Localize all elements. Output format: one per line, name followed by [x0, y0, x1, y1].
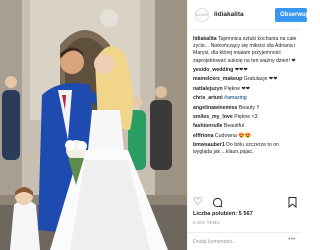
comment-item: smiles_my_love Piękne <3 [193, 114, 299, 121]
comment-user[interactable]: smiles_my_love [193, 114, 233, 120]
wedding-photo-illustration [0, 0, 187, 250]
post-photo[interactable] [0, 0, 187, 250]
comment-text: Piękne ❤❤ [224, 85, 251, 92]
comment-user[interactable]: bmwsauber1 [193, 142, 225, 148]
comment-item: lidiakalita Tajemnica sztuki kochania na… [193, 36, 299, 65]
comment-text: Beautiful [223, 123, 245, 130]
comment-item: fashionrulle Beautiful [193, 123, 299, 130]
bookmark-icon[interactable] [288, 197, 297, 211]
comment-text: Gratulacje ❤❤ [243, 76, 278, 83]
comments-list[interactable]: lidiakalita Tajemnica sztuki kochania na… [193, 36, 299, 190]
post-side-panel: LOGO lidiakalita Obserwuj lidiakalita Ta… [187, 0, 307, 250]
comment-item: bmwsauber1 Do bólu szczerze to on wygląd… [193, 142, 299, 156]
comment-text: ❤❤❤ [234, 67, 248, 73]
comment-text: Beauty !! [238, 104, 260, 111]
comment-icon[interactable] [212, 197, 223, 211]
comment-user[interactable]: elffriona [193, 133, 213, 139]
comment-item: yesido_wedding ❤❤❤ [193, 67, 299, 74]
more-options-icon[interactable]: ••• [288, 236, 295, 243]
comment-user[interactable]: chris_artuni [193, 95, 223, 101]
avatar-logo-text: LOGO [195, 12, 209, 17]
comment-user[interactable]: nattalejszyn [193, 86, 223, 92]
post-header: LOGO lidiakalita Obserwuj [188, 0, 307, 30]
comment-user[interactable]: lidiakalita [193, 36, 217, 42]
add-comment-placeholder: Dodaj komentarz... [193, 238, 237, 245]
likes-count[interactable]: Liczba polubień: 5 567 [193, 211, 253, 217]
post-username[interactable]: lidiakalita [214, 11, 244, 18]
post-date: 5 DNI TEMU [193, 220, 220, 225]
comment-text[interactable]: #amazing [224, 95, 247, 101]
comment-item: nattalejszyn Piękne ❤❤ [193, 86, 299, 93]
post-actions: ♡ [193, 197, 223, 211]
comment-item: elffriona Cudowna 😍😍 [193, 133, 299, 140]
comment-user[interactable]: yesido_wedding [193, 67, 233, 73]
heart-icon[interactable]: ♡ [193, 197, 203, 211]
comment-text: Cudowna 😍😍 [214, 132, 252, 139]
profile-avatar[interactable]: LOGO [195, 7, 209, 22]
comment-user[interactable]: fashionrulle [193, 123, 222, 129]
follow-button-label: Obserwuj [280, 12, 308, 18]
add-comment-input[interactable]: Dodaj komentarz... [188, 232, 301, 250]
comment-user[interactable]: angelinawinemiss [193, 105, 237, 111]
comment-item: chris_artuni #amazing [193, 95, 299, 102]
comment-user[interactable]: mamelcerz_makeup [193, 76, 242, 82]
follow-button[interactable]: Obserwuj [275, 8, 307, 22]
comment-text: Piękne <3 [234, 113, 258, 120]
comment-item: angelinawinemiss Beauty !! [193, 105, 299, 112]
comment-item: mamelcerz_makeup Gratulacje ❤❤ [193, 76, 299, 83]
